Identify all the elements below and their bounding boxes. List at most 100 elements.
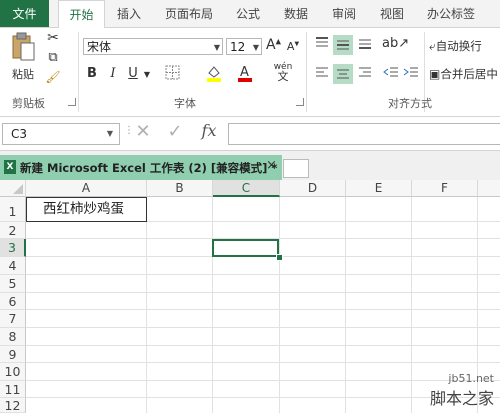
new-tab-area[interactable] bbox=[283, 159, 309, 178]
italic-button[interactable]: I bbox=[106, 66, 120, 81]
tab-data[interactable]: 数据 bbox=[276, 0, 316, 27]
clipboard-group-label: 剪贴板 bbox=[12, 97, 45, 110]
copy-icon[interactable]: ⧉ bbox=[44, 50, 62, 68]
column-header-g[interactable] bbox=[478, 180, 500, 197]
watermark: jb51.net 脚本之家 bbox=[430, 372, 494, 409]
row-header-2[interactable]: 2 bbox=[0, 222, 26, 239]
tab-file[interactable]: 文件 bbox=[0, 0, 49, 27]
excel-file-icon: X bbox=[4, 160, 16, 174]
paste-label: 粘贴 bbox=[12, 68, 34, 81]
align-top-button[interactable] bbox=[313, 36, 331, 54]
name-box[interactable]: C3 ▼ bbox=[2, 123, 120, 145]
gridline bbox=[26, 292, 500, 293]
group-divider bbox=[78, 32, 79, 112]
ribbon-tab-bar: 文件 开始 插入 页面布局 公式 数据 审阅 视图 办公标签 bbox=[0, 0, 500, 29]
cancel-icon[interactable]: ✕ bbox=[132, 121, 154, 142]
watermark-line1: jb51.net bbox=[448, 372, 494, 385]
column-header-c[interactable]: C bbox=[213, 180, 280, 197]
gridline bbox=[26, 345, 500, 346]
font-size-value: 12 bbox=[230, 40, 246, 54]
paste-button[interactable]: 粘贴 bbox=[8, 32, 38, 88]
align-middle-icon bbox=[337, 40, 349, 50]
alignment-group-label: 对齐方式 bbox=[388, 97, 432, 110]
underline-button[interactable]: U bbox=[126, 66, 140, 81]
insert-function-button[interactable]: fx bbox=[196, 121, 222, 140]
row-header-11[interactable]: 11 bbox=[0, 381, 26, 398]
font-launcher[interactable] bbox=[296, 98, 304, 106]
row-header-4[interactable]: 4 bbox=[0, 257, 26, 275]
row-header-1[interactable]: 1 bbox=[0, 197, 26, 222]
column-header-b[interactable]: B bbox=[147, 180, 213, 197]
row-header-12[interactable]: 12 bbox=[0, 398, 26, 413]
font-name-select[interactable]: 宋体 ▼ bbox=[83, 38, 223, 55]
align-right-icon bbox=[359, 67, 371, 77]
merge-center-button[interactable]: ▣合并后居中 bbox=[429, 66, 500, 82]
ribbon: 粘贴 ✂ ⧉ 🖌 剪贴板 宋体 ▼ 12 ▼ A▲ A▼ B I U ▼ A w… bbox=[0, 28, 500, 117]
select-all-corner[interactable] bbox=[0, 180, 26, 197]
row-header-6[interactable]: 6 bbox=[0, 293, 26, 310]
paste-icon bbox=[12, 32, 35, 61]
row-header-8[interactable]: 8 bbox=[0, 328, 26, 346]
gridline bbox=[26, 397, 500, 398]
gridline bbox=[26, 274, 500, 275]
orientation-button[interactable]: ab↗ bbox=[382, 36, 409, 51]
tab-view[interactable]: 视图 bbox=[372, 0, 412, 27]
active-cell-c3[interactable] bbox=[212, 239, 279, 257]
wrap-text-icon: ⤶ bbox=[429, 39, 436, 53]
align-left-icon bbox=[316, 67, 328, 77]
watermark-line2: 脚本之家 bbox=[429, 389, 494, 408]
align-center-button[interactable] bbox=[333, 64, 353, 84]
spreadsheet-grid[interactable]: A B C D E F 1 2 3 4 5 6 7 8 9 10 11 12 西… bbox=[0, 180, 500, 413]
tab-page-layout[interactable]: 页面布局 bbox=[158, 0, 220, 27]
row-header-7[interactable]: 7 bbox=[0, 310, 26, 328]
align-right-button[interactable] bbox=[356, 66, 374, 84]
bold-button[interactable]: B bbox=[85, 66, 99, 81]
tab-review[interactable]: 审阅 bbox=[324, 0, 364, 27]
workbook-tab-strip: X 新建 Microsoft Excel 工作表 (2) [兼容模式] * × bbox=[0, 151, 500, 181]
merge-center-icon: ▣ bbox=[429, 67, 441, 81]
align-bottom-button[interactable] bbox=[356, 36, 374, 54]
row-header-5[interactable]: 5 bbox=[0, 275, 26, 293]
enter-icon[interactable]: ✓ bbox=[164, 121, 186, 142]
format-painter-icon[interactable]: 🖌 bbox=[44, 70, 62, 88]
tab-insert[interactable]: 插入 bbox=[108, 0, 150, 27]
shrink-font-button[interactable]: A▼ bbox=[286, 40, 300, 53]
increase-indent-icon bbox=[403, 67, 418, 77]
align-left-button[interactable] bbox=[313, 66, 331, 84]
fill-color-button[interactable] bbox=[204, 64, 224, 85]
group-divider bbox=[306, 32, 307, 112]
row-header-10[interactable]: 10 bbox=[0, 363, 26, 381]
column-header-a[interactable]: A bbox=[26, 180, 147, 197]
gridline bbox=[26, 362, 500, 363]
decrease-indent-button[interactable] bbox=[382, 66, 400, 84]
align-middle-button[interactable] bbox=[333, 35, 353, 55]
workbook-tab[interactable]: X 新建 Microsoft Excel 工作表 (2) [兼容模式] * × bbox=[0, 155, 282, 180]
tab-home[interactable]: 开始 bbox=[58, 0, 105, 29]
clipboard-launcher[interactable] bbox=[68, 98, 76, 106]
formula-bar: C3 ▼ ⋮ ✕ ✓ fx bbox=[0, 117, 500, 151]
font-name-value: 宋体 bbox=[87, 40, 112, 54]
name-box-value: C3 bbox=[11, 127, 28, 141]
fill-handle[interactable] bbox=[276, 254, 283, 261]
chevron-down-icon: ▼ bbox=[106, 129, 113, 138]
align-top-icon bbox=[316, 37, 328, 47]
font-size-select[interactable]: 12 ▼ bbox=[226, 38, 262, 55]
cell-a1[interactable]: 西红柿炒鸡蛋 bbox=[26, 197, 147, 222]
close-icon[interactable]: × bbox=[266, 158, 277, 173]
font-color-button[interactable]: A bbox=[236, 64, 254, 85]
tab-office-tab[interactable]: 办公标签 bbox=[420, 0, 482, 27]
increase-indent-button[interactable] bbox=[402, 66, 420, 84]
phonetic-guide-button[interactable]: wén 文 bbox=[272, 62, 294, 83]
column-header-e[interactable]: E bbox=[346, 180, 412, 197]
tab-formulas[interactable]: 公式 bbox=[228, 0, 268, 27]
grow-font-button[interactable]: A▲ bbox=[266, 37, 281, 53]
cut-icon[interactable]: ✂ bbox=[44, 30, 62, 48]
wrap-text-button[interactable]: ⤶自动换行 bbox=[429, 38, 500, 54]
chevron-down-icon[interactable]: ▼ bbox=[142, 70, 152, 79]
formula-input[interactable] bbox=[228, 123, 500, 145]
column-header-f[interactable]: F bbox=[412, 180, 478, 197]
row-header-3[interactable]: 3 bbox=[0, 239, 26, 257]
column-header-d[interactable]: D bbox=[280, 180, 346, 197]
row-header-9[interactable]: 9 bbox=[0, 346, 26, 363]
borders-button[interactable] bbox=[162, 65, 182, 83]
